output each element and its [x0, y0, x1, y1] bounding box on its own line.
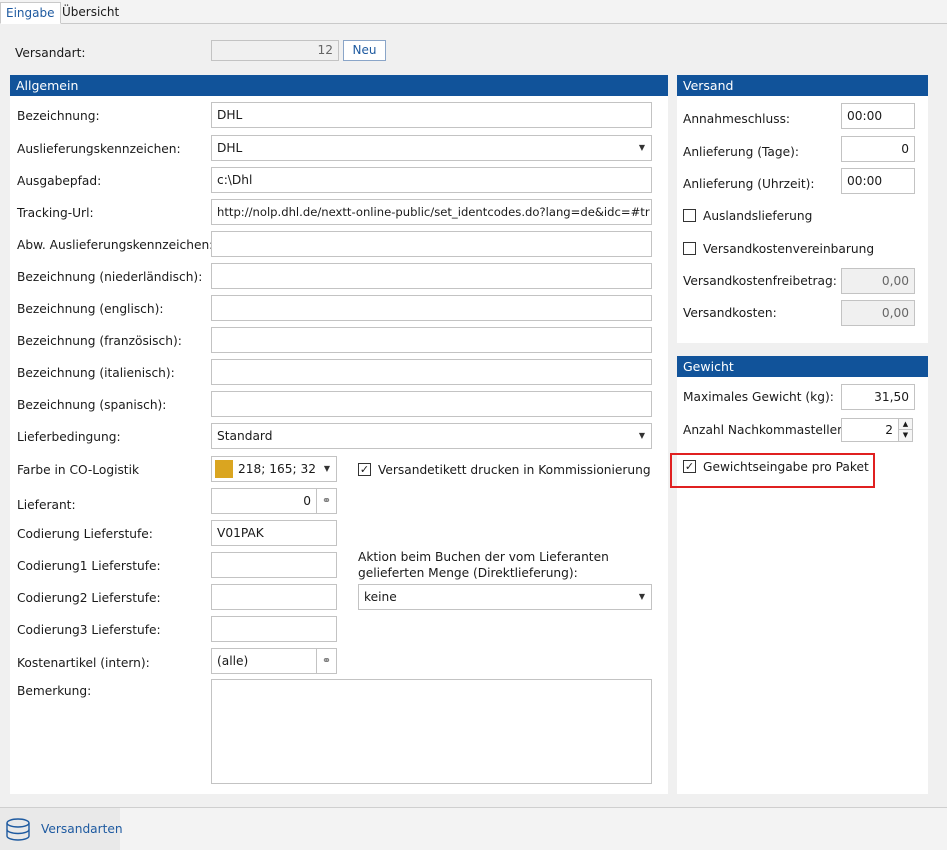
versandart-field[interactable]: 12 [211, 40, 339, 61]
new-button[interactable]: Neu [343, 40, 386, 61]
bez-it-label: Bezeichnung (italienisch): [17, 366, 175, 380]
bez-es-label: Bezeichnung (spanisch): [17, 398, 167, 412]
kostenartikel-input[interactable]: (alle) [211, 648, 317, 674]
freibetrag-label: Versandkostenfreibetrag: [683, 274, 837, 288]
chevron-down-icon: ▼ [638, 431, 645, 440]
bez-nl-label: Bezeichnung (niederländisch): [17, 270, 203, 284]
anlieferung-uhrzeit-label: Anlieferung (Uhrzeit): [683, 177, 815, 191]
bez-en-label: Bezeichnung (englisch): [17, 302, 164, 316]
footer-bar: Versandarten [0, 807, 947, 850]
footer-item-versandarten[interactable]: Versandarten [0, 808, 123, 850]
bez-fr-label: Bezeichnung (französisch): [17, 334, 182, 348]
chevron-down-icon: ▼ [638, 143, 645, 152]
versandkosten-label: Versandkosten: [683, 306, 777, 320]
freibetrag-field: 0,00 [841, 268, 915, 294]
binoculars-icon[interactable]: ⚭ [316, 648, 337, 674]
tab-uebersicht[interactable]: Übersicht [57, 2, 124, 24]
abw-kennzeichen-input[interactable] [211, 231, 652, 257]
gewicht-header: Gewicht [677, 356, 928, 377]
anlieferung-tage-input[interactable]: 0 [841, 136, 915, 162]
footer-label: Versandarten [41, 822, 123, 836]
lieferant-input[interactable]: 0 [211, 488, 317, 514]
annahmeschluss-label: Annahmeschluss: [683, 112, 791, 126]
bez-nl-input[interactable] [211, 263, 652, 289]
codierung2-input[interactable] [211, 584, 337, 610]
anlieferung-uhrzeit-input[interactable]: 00:00 [841, 168, 915, 194]
kostenartikel-label: Kostenartikel (intern): [17, 656, 150, 670]
color-swatch [215, 460, 233, 478]
nachkommastellen-input[interactable]: 2 [841, 418, 899, 442]
quantity-stepper[interactable]: ▲ ▼ [898, 418, 913, 442]
bemerkung-label: Bemerkung: [17, 684, 92, 698]
versandkosten-field: 0,00 [841, 300, 915, 326]
bezeichnung-label: Bezeichnung: [17, 109, 100, 123]
ausgabepfad-input[interactable]: c:\Dhl [211, 167, 652, 193]
codierung3-label: Codierung3 Lieferstufe: [17, 623, 161, 637]
bemerkung-textarea[interactable] [211, 679, 652, 784]
chevron-down-icon: ▼ [323, 464, 330, 473]
versandart-label: Versandart: [15, 46, 86, 60]
database-icon [6, 818, 30, 841]
codierung1-input[interactable] [211, 552, 337, 578]
auslandslieferung-label: Auslandslieferung [703, 209, 813, 223]
codierung3-input[interactable] [211, 616, 337, 642]
bezeichnung-input[interactable]: DHL [211, 102, 652, 128]
lieferbedingung-label: Lieferbedingung: [17, 430, 121, 444]
nachkommastellen-label: Anzahl Nachkommastellen: [683, 423, 849, 437]
ausgabepfad-label: Ausgabepfad: [17, 174, 102, 188]
bez-en-input[interactable] [211, 295, 652, 321]
max-gewicht-label: Maximales Gewicht (kg): [683, 390, 834, 404]
versandetikett-checkbox[interactable]: ✓ [358, 463, 371, 476]
farbe-label: Farbe in CO-Logistik [17, 463, 140, 477]
auslieferungskennzeichen-label: Auslieferungskennzeichen: [17, 142, 181, 156]
auslieferungskennzeichen-select[interactable]: DHL ▼ [211, 135, 652, 161]
chevron-down-icon: ▼ [638, 592, 645, 601]
auslandslieferung-checkbox[interactable] [683, 209, 696, 222]
bez-fr-input[interactable] [211, 327, 652, 353]
allgemein-header: Allgemein [10, 75, 668, 96]
codierung1-label: Codierung1 Lieferstufe: [17, 559, 161, 573]
aktion-value: keine [364, 590, 397, 604]
bez-es-input[interactable] [211, 391, 652, 417]
lieferant-label: Lieferant: [17, 498, 76, 512]
anlieferung-tage-label: Anlieferung (Tage): [683, 145, 799, 159]
tracking-url-input[interactable]: http://nolp.dhl.de/nextt-online-public/s… [211, 199, 652, 225]
binoculars-icon[interactable]: ⚭ [316, 488, 337, 514]
pro-paket-checkbox[interactable]: ✓ [683, 460, 696, 473]
stepper-down-icon[interactable]: ▼ [899, 430, 912, 441]
aktion-label-line1: Aktion beim Buchen der vom Lieferanten [358, 550, 609, 564]
annahmeschluss-input[interactable]: 00:00 [841, 103, 915, 129]
aktion-label-line2: gelieferten Menge (Direktlieferung): [358, 566, 578, 580]
lieferbedingung-value: Standard [217, 429, 273, 443]
versandetikett-label: Versandetikett drucken in Kommissionieru… [378, 463, 651, 477]
codierung-label: Codierung Lieferstufe: [17, 527, 153, 541]
farbe-picker[interactable]: 218; 165; 32 ▼ [211, 456, 337, 482]
farbe-value: 218; 165; 32 [238, 462, 316, 476]
versand-header: Versand [677, 75, 928, 96]
stepper-up-icon[interactable]: ▲ [899, 419, 912, 430]
aktion-select[interactable]: keine ▼ [358, 584, 652, 610]
max-gewicht-input[interactable]: 31,50 [841, 384, 915, 410]
vereinbarung-checkbox[interactable] [683, 242, 696, 255]
auslieferungskennzeichen-value: DHL [217, 141, 243, 155]
codierung-input[interactable]: V01PAK [211, 520, 337, 546]
pro-paket-label: Gewichtseingabe pro Paket [703, 460, 869, 474]
tab-eingabe[interactable]: Eingabe [0, 2, 61, 24]
abw-kennzeichen-label: Abw. Auslieferungskennzeichen: [17, 238, 214, 252]
lieferbedingung-select[interactable]: Standard ▼ [211, 423, 652, 449]
vereinbarung-label: Versandkostenvereinbarung [703, 242, 875, 256]
tab-bar: Eingabe Übersicht [0, 0, 947, 24]
codierung2-label: Codierung2 Lieferstufe: [17, 591, 161, 605]
tracking-url-label: Tracking-Url: [17, 206, 94, 220]
bez-it-input[interactable] [211, 359, 652, 385]
